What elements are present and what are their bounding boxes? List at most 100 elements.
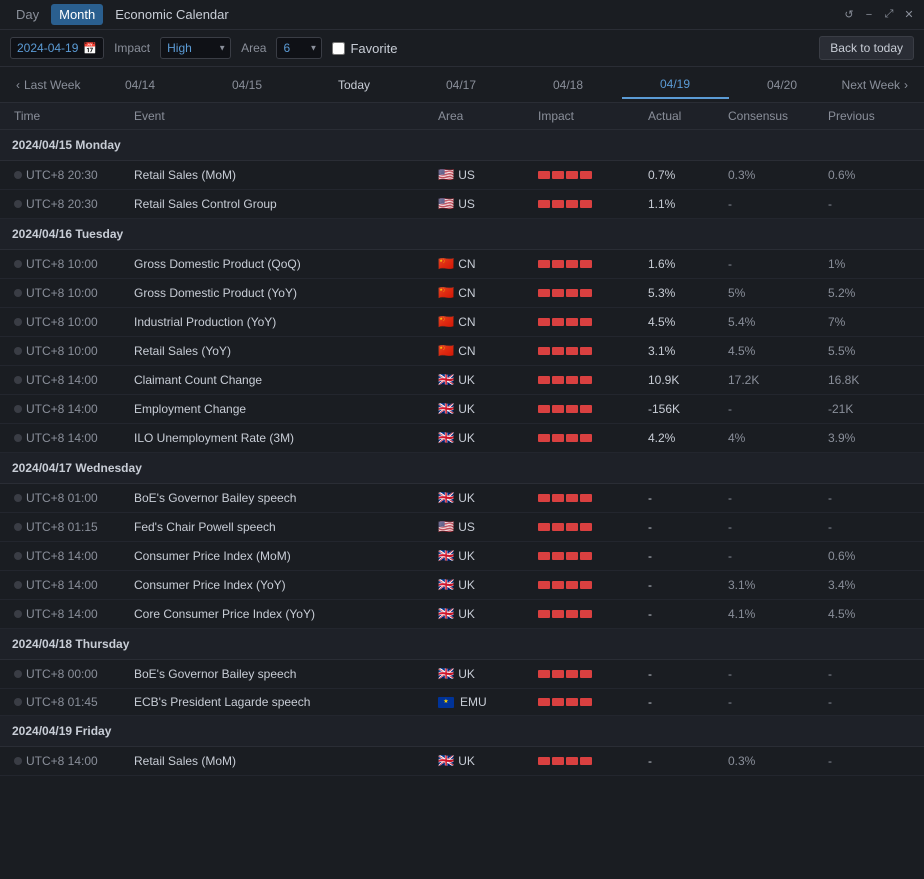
week-nav: ‹ Last Week 04/1404/15Today04/1704/1804/… xyxy=(0,67,924,103)
table-row[interactable]: UTC+8 14:00Retail Sales (MoM)🇬🇧UK-0.3%- xyxy=(0,747,924,776)
area-text: US xyxy=(458,168,475,182)
impact-bar xyxy=(566,494,578,502)
impact-bar xyxy=(566,318,578,326)
table-row[interactable]: UTC+8 10:00Gross Domestic Product (YoY)🇨… xyxy=(0,279,924,308)
week-date-Today[interactable]: Today xyxy=(301,72,408,98)
date-input[interactable]: 2024-04-19 📅 xyxy=(10,37,104,59)
prev-week-button[interactable]: ‹ Last Week xyxy=(10,74,86,96)
table-row[interactable]: UTC+8 20:30Retail Sales (MoM)🇺🇸US0.7%0.3… xyxy=(0,161,924,190)
cell-time: UTC+8 14:00 xyxy=(10,549,130,563)
close-icon[interactable]: ✕ xyxy=(902,8,916,22)
minimize-icon[interactable]: − xyxy=(862,8,876,22)
week-date-04-17[interactable]: 04/17 xyxy=(408,72,515,98)
impact-bar xyxy=(552,670,564,678)
impact-bar xyxy=(538,523,550,531)
dot-icon xyxy=(14,405,22,413)
impact-bar xyxy=(552,552,564,560)
flag-icon: 🇨🇳 xyxy=(438,256,454,272)
impact-bar xyxy=(552,405,564,413)
window-controls: ↺ − ⤢ ✕ xyxy=(842,8,916,22)
table-row[interactable]: UTC+8 14:00Consumer Price Index (YoY)🇬🇧U… xyxy=(0,571,924,600)
cell-event: ECB's President Lagarde speech xyxy=(130,695,434,709)
week-dates: 04/1404/15Today04/1704/1804/1904/20 xyxy=(86,71,835,99)
impact-bar xyxy=(580,171,592,179)
week-date-04-19[interactable]: 04/19 xyxy=(622,71,729,99)
impact-bar xyxy=(566,757,578,765)
impact-bar xyxy=(552,698,564,706)
impact-cell xyxy=(534,698,644,706)
cell-previous: - xyxy=(824,754,914,768)
table-row[interactable]: UTC+8 14:00Core Consumer Price Index (Yo… xyxy=(0,600,924,629)
cell-area: 🇬🇧UK xyxy=(434,401,534,417)
flag-icon: 🇬🇧 xyxy=(438,490,454,506)
cell-event: Core Consumer Price Index (YoY) xyxy=(130,607,434,621)
table-row[interactable]: UTC+8 14:00Claimant Count Change🇬🇧UK10.9… xyxy=(0,366,924,395)
cell-actual: - xyxy=(644,578,724,592)
dot-icon xyxy=(14,434,22,442)
impact-cell xyxy=(534,757,644,765)
table-row[interactable]: UTC+8 14:00ILO Unemployment Rate (3M)🇬🇧U… xyxy=(0,424,924,453)
dot-icon xyxy=(14,610,22,618)
dot-icon xyxy=(14,200,22,208)
table-row[interactable]: UTC+8 14:00Consumer Price Index (MoM)🇬🇧U… xyxy=(0,542,924,571)
cell-event: Retail Sales Control Group xyxy=(130,197,434,211)
table-row[interactable]: UTC+8 10:00Gross Domestic Product (QoQ)🇨… xyxy=(0,250,924,279)
cell-consensus: 4.5% xyxy=(724,344,824,358)
cell-actual: 1.6% xyxy=(644,257,724,271)
week-date-04-18[interactable]: 04/18 xyxy=(515,72,622,98)
week-date-04-15[interactable]: 04/15 xyxy=(194,72,301,98)
favorite-checkbox[interactable] xyxy=(332,42,345,55)
table-row[interactable]: UTC+8 01:00BoE's Governor Bailey speech🇬… xyxy=(0,484,924,513)
back-to-today-button[interactable]: Back to today xyxy=(819,36,914,60)
date-value: 2024-04-19 xyxy=(17,41,78,55)
impact-select[interactable]: High Medium Low xyxy=(160,37,231,59)
week-date-04-14[interactable]: 04/14 xyxy=(87,72,194,98)
table-row[interactable]: UTC+8 20:30Retail Sales Control Group🇺🇸U… xyxy=(0,190,924,219)
impact-bar xyxy=(566,200,578,208)
section-header-2: 2024/04/17 Wednesday xyxy=(0,453,924,484)
impact-cell xyxy=(534,171,644,179)
impact-bar xyxy=(552,523,564,531)
impact-select-wrapper[interactable]: High Medium Low xyxy=(160,37,231,59)
cell-event: Retail Sales (YoY) xyxy=(130,344,434,358)
impact-bar xyxy=(580,260,592,268)
cell-actual: 5.3% xyxy=(644,286,724,300)
week-date-04-20[interactable]: 04/20 xyxy=(729,72,836,98)
impact-cell xyxy=(534,581,644,589)
refresh-icon[interactable]: ↺ xyxy=(842,8,856,22)
table-row[interactable]: UTC+8 01:45ECB's President Lagarde speec… xyxy=(0,689,924,716)
tab-day[interactable]: Day xyxy=(8,4,47,25)
area-select-wrapper[interactable]: 6 All US EU UK CN xyxy=(276,37,322,59)
tab-month[interactable]: Month xyxy=(51,4,103,25)
cell-time: UTC+8 20:30 xyxy=(10,168,130,182)
cell-area: 🇺🇸US xyxy=(434,519,534,535)
col-event: Event xyxy=(130,109,434,123)
impact-bar xyxy=(538,757,550,765)
next-week-button[interactable]: Next Week › xyxy=(836,74,914,96)
table-row[interactable]: UTC+8 10:00Retail Sales (YoY)🇨🇳CN3.1%4.5… xyxy=(0,337,924,366)
cell-event: BoE's Governor Bailey speech xyxy=(130,667,434,681)
table-body: 2024/04/15 MondayUTC+8 20:30Retail Sales… xyxy=(0,130,924,776)
impact-bar xyxy=(538,698,550,706)
impact-cell xyxy=(534,494,644,502)
table-row[interactable]: UTC+8 00:00BoE's Governor Bailey speech🇬… xyxy=(0,660,924,689)
favorite-checkbox-wrap[interactable]: Favorite xyxy=(332,41,397,56)
dot-icon xyxy=(14,260,22,268)
cell-previous: 5.2% xyxy=(824,286,914,300)
table-row[interactable]: UTC+8 10:00Industrial Production (YoY)🇨🇳… xyxy=(0,308,924,337)
cell-area: 🇬🇧UK xyxy=(434,577,534,593)
impact-cell xyxy=(534,318,644,326)
area-label: Area xyxy=(241,41,266,55)
cell-previous: 5.5% xyxy=(824,344,914,358)
cell-event: Gross Domestic Product (YoY) xyxy=(130,286,434,300)
dot-icon xyxy=(14,523,22,531)
table-row[interactable]: UTC+8 01:15Fed's Chair Powell speech🇺🇸US… xyxy=(0,513,924,542)
impact-cell xyxy=(534,434,644,442)
area-select[interactable]: 6 All US EU UK CN xyxy=(276,37,322,59)
cell-time: UTC+8 14:00 xyxy=(10,431,130,445)
flag-icon: 🇨🇳 xyxy=(438,285,454,301)
dot-icon xyxy=(14,494,22,502)
area-text: UK xyxy=(458,491,475,505)
table-row[interactable]: UTC+8 14:00Employment Change🇬🇧UK-156K--2… xyxy=(0,395,924,424)
maximize-icon[interactable]: ⤢ xyxy=(882,8,896,22)
